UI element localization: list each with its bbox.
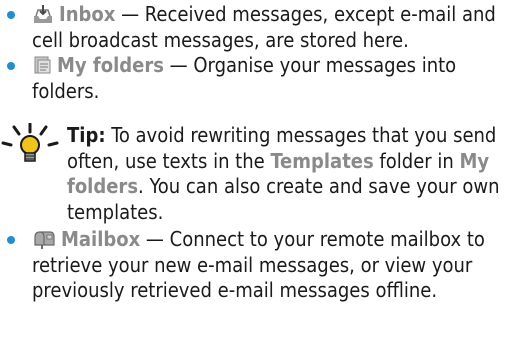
my-folders-icon: [34, 56, 51, 74]
list-item-inbox: Inbox — Received messages, except e-mail…: [0, 2, 506, 53]
item-term: Inbox: [59, 2, 116, 26]
item-term: Mailbox: [61, 227, 141, 251]
item-text: My folders — Organise your messages into…: [32, 53, 457, 103]
bullet: [7, 62, 15, 70]
bullet: [7, 11, 15, 19]
tip-lightbulb-icon: [1, 123, 59, 162]
tip-box: Tip: To avoid rewriting messages that yo…: [0, 123, 506, 225]
bullet: [7, 236, 15, 244]
item-text: Inbox — Received messages, except e-mail…: [32, 2, 496, 52]
mailbox-icon: [34, 231, 55, 249]
tip-text: Tip: To avoid rewriting messages that yo…: [67, 123, 500, 224]
inbox-icon: [34, 5, 52, 23]
item-term: My folders: [57, 53, 164, 77]
tip-label: Tip:: [67, 123, 106, 147]
templates-folder-keyword: Templates: [270, 148, 374, 173]
item-text: Mailbox — Connect to your remote mailbox…: [32, 227, 485, 302]
list-item-my-folders: My folders — Organise your messages into…: [0, 53, 506, 104]
list-item-mailbox: Mailbox — Connect to your remote mailbox…: [0, 227, 506, 304]
